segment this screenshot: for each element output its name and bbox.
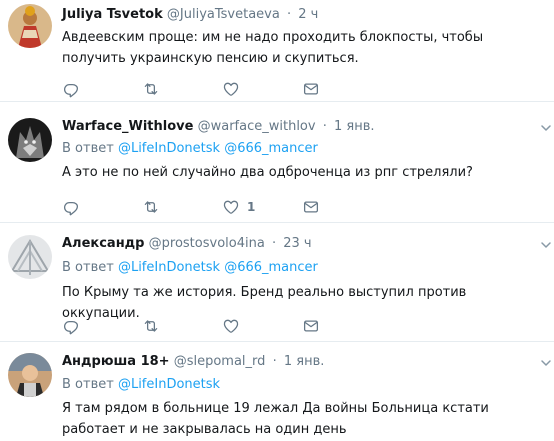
mention-link[interactable]: @LifeInDonetsk [118, 260, 220, 275]
reply-icon [62, 317, 80, 335]
direct-message-button[interactable] [302, 316, 320, 336]
avatar[interactable] [8, 4, 52, 48]
mention-link[interactable]: @666_mancer [224, 260, 318, 275]
heart-icon [222, 317, 240, 335]
tweet-text: А это не по ней случайно два одброченца … [62, 165, 473, 180]
separator-dot: · [286, 7, 292, 22]
mention-link[interactable]: @666_mancer [224, 141, 318, 156]
tweet-time[interactable]: 1 янв. [284, 354, 325, 369]
reply-button[interactable] [62, 197, 80, 217]
heart-icon [222, 198, 240, 216]
retweet-button[interactable] [142, 79, 160, 99]
reply-context: В ответ @LifeInDonetsk @666_mancer [62, 140, 318, 158]
reply-icon [62, 80, 80, 98]
reply-prefix: В ответ [62, 377, 114, 392]
avatar[interactable] [8, 118, 52, 162]
chevron-down-icon[interactable] [540, 357, 552, 369]
direct-message-button[interactable] [302, 79, 320, 99]
avatar[interactable] [8, 353, 52, 397]
reply-context: В ответ @LifeInDonetsk [62, 376, 220, 394]
author-handle[interactable]: @warface_withlov [198, 119, 316, 134]
tweet-text: Авдеевским проще: им не надо проходить б… [62, 30, 484, 66]
retweet-icon [142, 80, 160, 98]
author-handle[interactable]: @slepomal_rd [174, 354, 266, 369]
author-name[interactable]: Александр [62, 236, 145, 251]
separator-dot: · [272, 354, 277, 369]
retweet-icon [142, 317, 160, 335]
like-count: 1 [247, 200, 256, 214]
like-button[interactable] [222, 316, 247, 336]
like-button[interactable]: 1 [222, 197, 255, 217]
tweet[interactable]: Александр @prostosvolo4ina · 23 ч В отве… [0, 223, 554, 341]
heart-icon [222, 80, 240, 98]
retweet-icon [142, 198, 160, 216]
mail-icon [302, 317, 320, 335]
author-handle[interactable]: @prostosvolo4ina [149, 236, 265, 251]
tweet-time[interactable]: 1 янв. [334, 119, 375, 134]
tweet-actions: 1 [62, 197, 362, 217]
like-button[interactable] [222, 79, 247, 99]
reply-icon [62, 198, 80, 216]
author-handle[interactable]: @JuliyaTsvetaeva [167, 7, 280, 22]
retweet-button[interactable] [142, 316, 160, 336]
chevron-down-icon[interactable] [540, 122, 552, 134]
tweet-time[interactable]: 2 ч [298, 7, 318, 22]
reply-context: В ответ @LifeInDonetsk @666_mancer [62, 259, 318, 277]
author-name[interactable]: Warface_Withlove [62, 119, 193, 134]
mail-icon [302, 80, 320, 98]
chevron-down-icon[interactable] [540, 239, 552, 251]
reply-prefix: В ответ [62, 260, 114, 275]
direct-message-button[interactable] [302, 197, 320, 217]
author-name[interactable]: Juliya Tsvetok [62, 7, 163, 22]
tweet-actions [62, 316, 362, 336]
retweet-button[interactable] [142, 197, 160, 217]
tweet[interactable]: Андрюша 18+ @slepomal_rd · 1 янв. В отве… [0, 342, 554, 441]
tweet-actions [62, 79, 362, 99]
tweet[interactable]: Juliya Tsvetok @JuliyaTsvetaeva · 2 ч Ав… [0, 0, 554, 101]
reply-prefix: В ответ [62, 141, 114, 156]
mention-link[interactable]: @LifeInDonetsk [118, 377, 220, 392]
avatar[interactable] [8, 235, 52, 279]
mention-link[interactable]: @LifeInDonetsk [118, 141, 220, 156]
tweet-text: Я там рядом в больнице 19 лежал Да войны… [62, 401, 489, 437]
tweet-time[interactable]: 23 ч [283, 236, 311, 251]
tweet[interactable]: Warface_Withlove @warface_withlov · 1 ян… [0, 102, 554, 222]
mail-icon [302, 198, 320, 216]
author-name[interactable]: Андрюша 18+ [62, 354, 170, 369]
separator-dot: · [271, 236, 277, 251]
reply-button[interactable] [62, 316, 80, 336]
reply-button[interactable] [62, 79, 80, 99]
separator-dot: · [322, 119, 327, 134]
